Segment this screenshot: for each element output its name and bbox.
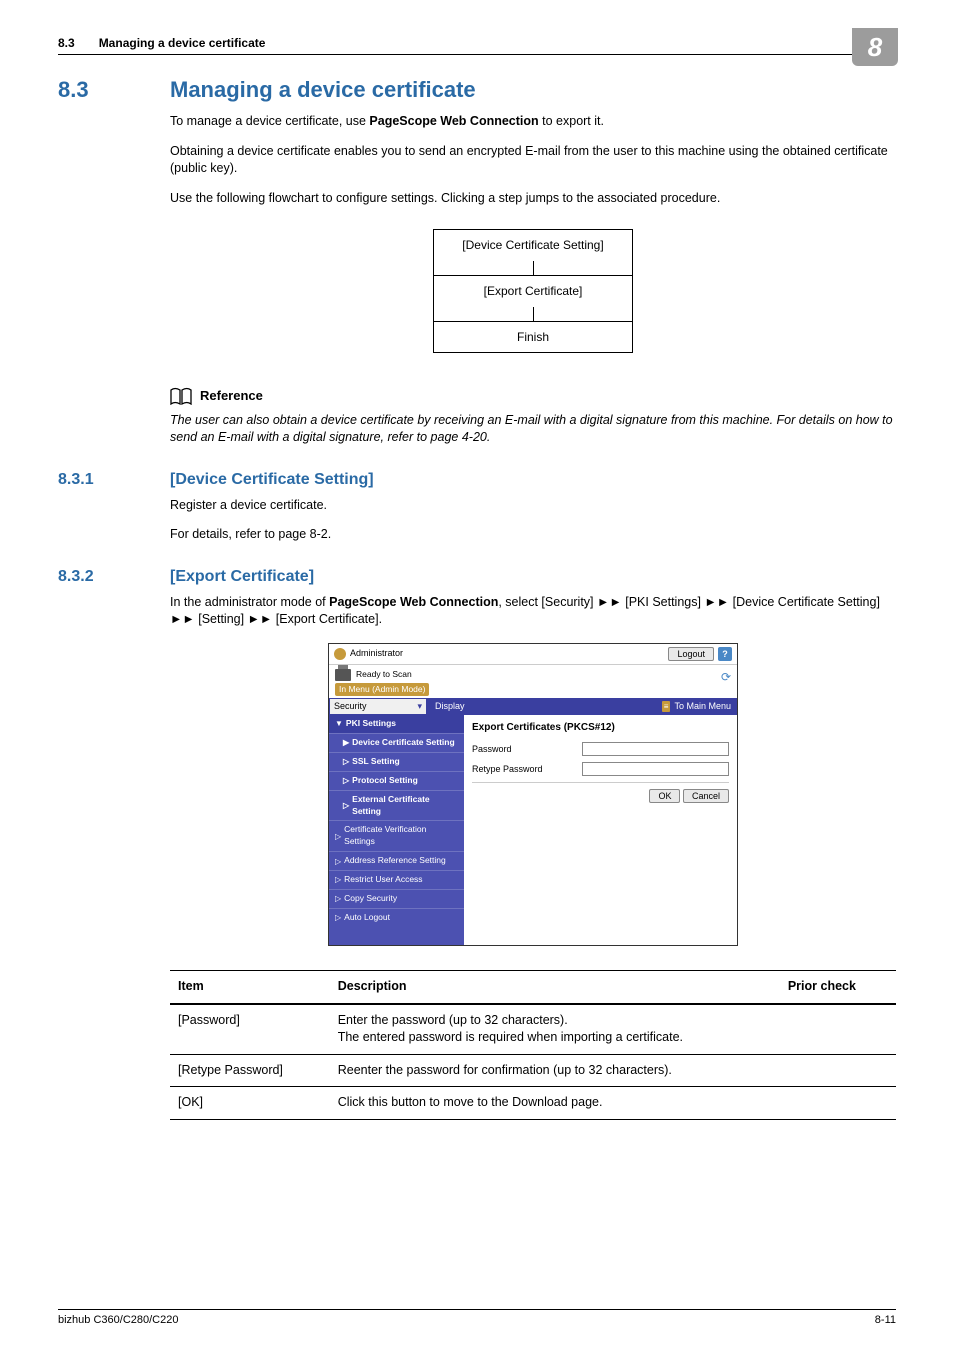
flow-step-export-cert[interactable]: [Export Certificate] xyxy=(434,276,632,307)
book-icon xyxy=(170,387,192,405)
flowchart: [Device Certificate Setting] [Export Cer… xyxy=(170,219,896,373)
table-row: [Password] Enter the password (up to 32 … xyxy=(170,1004,896,1055)
sidebar-item-ssl[interactable]: ▷SSL Setting xyxy=(329,752,464,771)
table-row: [Retype Password] Reenter the password f… xyxy=(170,1054,896,1087)
flow-step-finish: Finish xyxy=(434,322,632,353)
reference-heading: Reference xyxy=(170,387,896,405)
retype-password-input[interactable] xyxy=(582,762,729,776)
display-button[interactable]: Display xyxy=(427,698,473,715)
refresh-icon[interactable]: ⟳ xyxy=(721,669,731,686)
sub2-title: [Export Certificate] xyxy=(170,568,314,586)
th-desc: Description xyxy=(330,971,780,1004)
admin-label: Administrator xyxy=(334,647,403,660)
sub2-intro: In the administrator mode of PageScope W… xyxy=(170,594,896,629)
sub1-p2: For details, refer to page 8-2. xyxy=(170,526,896,544)
to-main-menu-link[interactable]: ≡ To Main Menu xyxy=(656,698,737,715)
sidebar-item-cert-verify[interactable]: ▷Certificate Verification Settings xyxy=(329,820,464,851)
sidebar-item-protocol[interactable]: ▷Protocol Setting xyxy=(329,771,464,790)
section-number: 8.3 xyxy=(58,77,170,103)
logout-button[interactable]: Logout xyxy=(668,647,714,661)
section-title: Managing a device certificate xyxy=(170,77,476,103)
chapter-tab: 8 xyxy=(852,28,898,66)
sidebar-item-pki[interactable]: ▼PKI Settings xyxy=(329,715,464,733)
sidebar-item-restrict[interactable]: ▷Restrict User Access xyxy=(329,870,464,889)
th-prior: Prior check xyxy=(780,971,896,1004)
reference-text: The user can also obtain a device certif… xyxy=(170,412,896,447)
mode-badge: In Menu (Admin Mode) xyxy=(335,683,429,697)
intro-p3: Use the following flowchart to configure… xyxy=(170,190,896,208)
footer-model: bizhub C360/C280/C220 xyxy=(58,1314,178,1326)
printer-icon xyxy=(335,669,351,681)
footer-page: 8-11 xyxy=(875,1314,896,1326)
password-label: Password xyxy=(472,743,582,756)
sub1-number: 8.3.1 xyxy=(58,471,170,489)
runhead-secnum: 8.3 xyxy=(58,36,75,50)
sidebar-item-copy-sec[interactable]: ▷Copy Security xyxy=(329,889,464,908)
panel-title: Export Certificates (PKCS#12) xyxy=(472,721,729,735)
sidebar-item-external-cert[interactable]: ▷External Certificate Setting xyxy=(329,790,464,821)
security-dropdown[interactable]: Security▾ xyxy=(329,698,427,715)
retype-password-label: Retype Password xyxy=(472,763,582,776)
intro-p2: Obtaining a device certificate enables y… xyxy=(170,143,896,178)
description-table: Item Description Prior check [Password] … xyxy=(170,970,896,1120)
cancel-button[interactable]: Cancel xyxy=(683,789,729,803)
sub2-number: 8.3.2 xyxy=(58,568,170,586)
table-row: [OK] Click this button to move to the Do… xyxy=(170,1087,896,1120)
sidebar: ▼PKI Settings ▶Device Certificate Settin… xyxy=(329,715,464,945)
flow-step-device-cert[interactable]: [Device Certificate Setting] xyxy=(434,230,632,261)
sub1-p1: Register a device certificate. xyxy=(170,497,896,515)
intro-p1: To manage a device certificate, use Page… xyxy=(170,113,896,131)
sidebar-item-device-cert[interactable]: ▶Device Certificate Setting xyxy=(329,733,464,752)
sidebar-item-address-ref[interactable]: ▷Address Reference Setting xyxy=(329,851,464,870)
web-connection-screenshot: Administrator Logout ? Ready to Scan xyxy=(328,643,738,946)
sub1-title: [Device Certificate Setting] xyxy=(170,471,374,489)
help-icon[interactable]: ? xyxy=(718,647,732,661)
th-item: Item xyxy=(170,971,330,1004)
runhead-title: Managing a device certificate xyxy=(99,36,266,50)
password-input[interactable] xyxy=(582,742,729,756)
running-header: 8.3 Managing a device certificate xyxy=(58,36,896,55)
sidebar-item-auto-logout[interactable]: ▷Auto Logout xyxy=(329,908,464,927)
ready-status: Ready to Scan xyxy=(335,669,721,681)
ok-button[interactable]: OK xyxy=(649,789,680,803)
user-icon xyxy=(334,648,346,660)
